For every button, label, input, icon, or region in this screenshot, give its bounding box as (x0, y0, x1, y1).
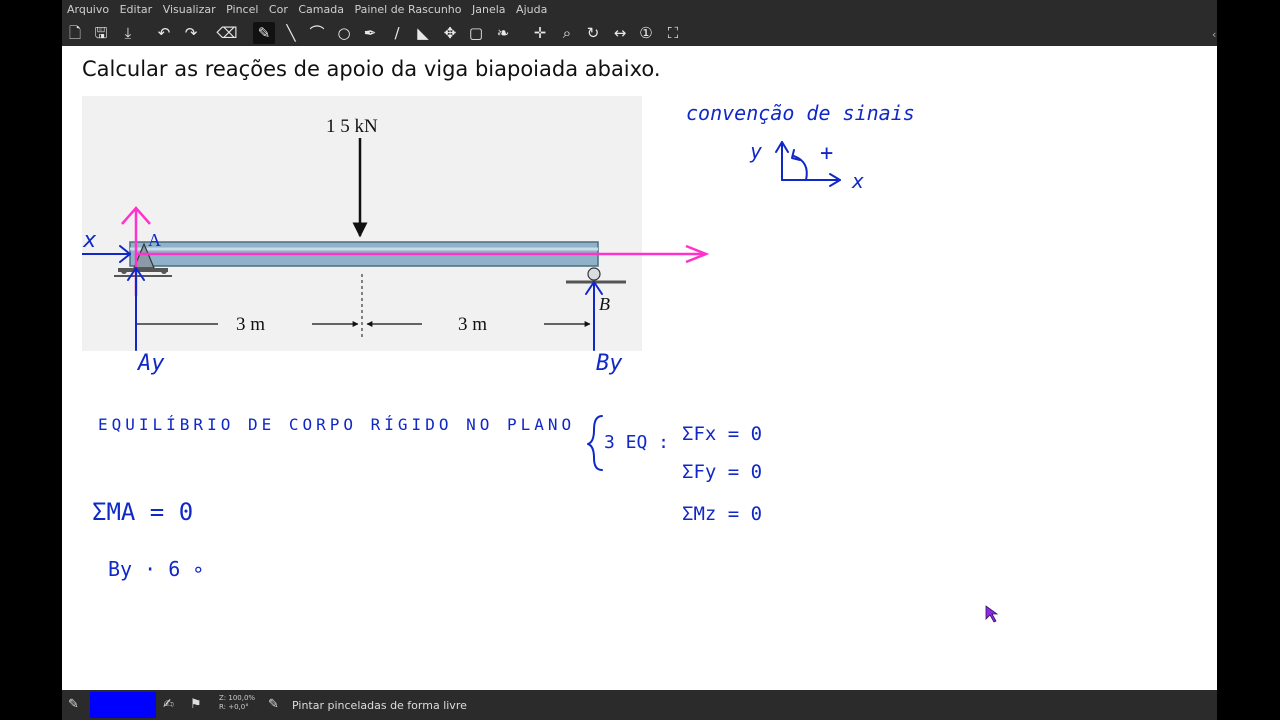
flip-icon[interactable]: ↔ (609, 22, 631, 44)
line-icon[interactable]: ╲ (280, 22, 302, 44)
menu-cor[interactable]: Cor (269, 0, 288, 19)
axis-x-label: x (851, 169, 864, 193)
span-right-label: 3 m (458, 314, 487, 335)
page-title: Calcular as reações de apoio da viga bia… (82, 57, 661, 81)
menu-bar: Arquivo Editar Visualizar Pincel Cor Cam… (62, 0, 1217, 19)
menu-arquivo[interactable]: Arquivo (67, 0, 109, 19)
rotate-icon[interactable]: ↻ (582, 22, 604, 44)
save-icon[interactable]: 🖫 (90, 22, 112, 44)
fit-icon[interactable]: ⛶ (662, 22, 684, 44)
reaction-ax-label: Ax (82, 228, 97, 253)
axis-y-label: y (749, 139, 762, 163)
equilibrium-heading: EQUILÍBRIO DE CORPO RÍGIDO NO PLANO (98, 415, 575, 434)
drawing-canvas[interactable]: Calcular as reações de apoio da viga bia… (62, 46, 1217, 690)
point-a-label: A (148, 230, 161, 250)
roller-support-b (587, 267, 601, 281)
undo-icon[interactable]: ↶ (153, 22, 175, 44)
moment-equation-a: ΣMA = 0 (92, 498, 193, 526)
new-file-icon[interactable]: 🗋 (64, 22, 86, 44)
menu-camada[interactable]: Camada (298, 0, 344, 19)
zoom-readout: Z: 100,0% (219, 694, 256, 702)
pen-icon[interactable]: ✒ (359, 22, 381, 44)
reaction-ay-label: Ay (136, 351, 165, 376)
equations-brace (587, 415, 603, 471)
redo-icon[interactable]: ↷ (180, 22, 202, 44)
fill-icon[interactable]: ◣ (412, 22, 434, 44)
current-color-swatch[interactable] (90, 692, 156, 718)
rectangle-icon[interactable]: ▢ (465, 22, 487, 44)
equation-sum-mz: ΣMz = 0 (682, 503, 762, 525)
pin-icon[interactable]: ⚑ (190, 697, 202, 712)
move-icon[interactable]: ✥ (439, 22, 461, 44)
equation-sum-fx: ΣFx = 0 (682, 423, 762, 445)
reaction-by-label: By (596, 351, 623, 376)
menu-ajuda[interactable]: Ajuda (516, 0, 547, 19)
pan-icon[interactable]: ✛ (529, 22, 551, 44)
menu-janela[interactable]: Janela (472, 0, 506, 19)
brush-tool-icon[interactable]: ✎ (68, 697, 79, 712)
brush-icon[interactable]: ✎ (253, 22, 275, 44)
toolbar: 🗋 🖫 ⤓ ↶ ↷ ⌫ ✎ ╲ ⌒ ○ ✒ ∕ ◣ ✥ ▢ ❧ ✛ ⌕ ↻ ↔ … (62, 19, 1217, 46)
three-equations-label: 3 EQ : (604, 432, 669, 453)
menu-visualizar[interactable]: Visualizar (163, 0, 216, 19)
status-bar: ✎ ✍ ⚑ Z: 100,0% R: +0,0° ✎ Pintar pincel… (62, 690, 1217, 720)
arc-icon[interactable]: ⌒ (306, 22, 328, 44)
equation-sum-fy: ΣFy = 0 (682, 461, 762, 483)
span-left-label: 3 m (236, 314, 265, 335)
point-b-label: B (599, 294, 610, 314)
mouse-cursor-icon (985, 605, 999, 623)
color-picker-icon[interactable]: ∕ (386, 22, 408, 44)
rotation-readout: R: +0,0° (219, 703, 249, 711)
sign-plus-label: + (820, 141, 833, 166)
edit-layer-icon[interactable]: ✍ (163, 697, 174, 712)
menu-pincel[interactable]: Pincel (226, 0, 258, 19)
export-icon[interactable]: ⤓ (117, 22, 139, 44)
eraser-icon[interactable]: ⌫ (216, 22, 238, 44)
zoom-icon[interactable]: ⌕ (556, 22, 578, 44)
menu-editar[interactable]: Editar (120, 0, 153, 19)
sign-convention-title: convenção de sinais (686, 101, 915, 125)
symmetry-icon[interactable]: ❧ (492, 22, 514, 44)
menu-painel-de-rascunho[interactable]: Painel de Rascunho (354, 0, 461, 19)
app-window: Arquivo Editar Visualizar Pincel Cor Cam… (62, 0, 1217, 720)
load-label: 1 5 kN (326, 116, 378, 137)
moment-by-6-term: By · 6 ∘ (108, 557, 204, 581)
brush-status-icon: ✎ (268, 697, 279, 712)
status-message: Pintar pinceladas de forma livre (292, 699, 467, 712)
ellipse-icon[interactable]: ○ (333, 22, 355, 44)
actual-size-icon[interactable]: ① (635, 22, 657, 44)
drawing-layer: 1 5 kN A B 3 m 3 m x Ay By convenção de … (82, 96, 999, 623)
side-panel-handle[interactable]: ‹ (1212, 28, 1216, 41)
